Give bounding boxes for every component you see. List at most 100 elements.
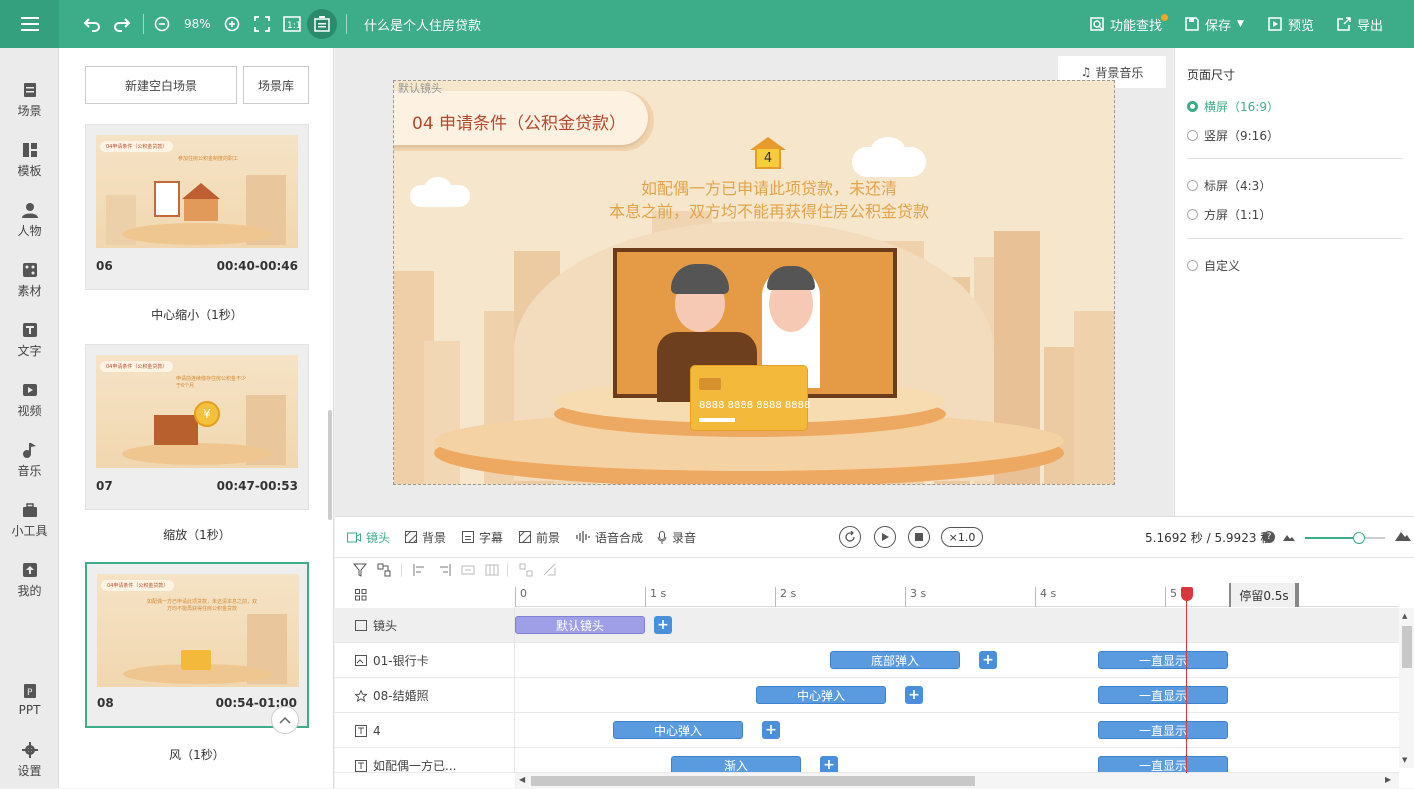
slide-body-text[interactable]: 如配偶一方已申请此项贷款，未还清 本息之前，双方均不能再获得住房公积金贷款: [514, 177, 1024, 223]
preview-button[interactable]: 预览: [1268, 0, 1314, 48]
collapse-button[interactable]: [271, 706, 299, 734]
track-row[interactable]: 01-银行卡 底部弹入 + 一直显示: [335, 643, 1399, 678]
undo-button[interactable]: [80, 0, 104, 48]
hold-duration[interactable]: 停留0.5s: [1229, 583, 1297, 607]
document-title[interactable]: 什么是个人住房贷款: [364, 0, 481, 48]
camera-icon: [347, 532, 361, 542]
zoom-in-button[interactable]: [220, 0, 244, 48]
zoom-out-mountain-icon[interactable]: [1283, 532, 1295, 542]
svg-text:P: P: [27, 688, 33, 698]
speed-button[interactable]: ×1.0: [941, 527, 983, 547]
radio-standard[interactable]: 标屏（4:3）: [1187, 177, 1271, 194]
nav-material[interactable]: 素材: [0, 252, 59, 308]
vertical-scrollbar[interactable]: ▲ ▼: [1399, 608, 1414, 768]
add-clip-button[interactable]: +: [979, 651, 997, 669]
timeline-clip[interactable]: 中心弹入: [613, 721, 743, 739]
export-button[interactable]: 导出: [1337, 0, 1383, 48]
playhead[interactable]: [1180, 587, 1193, 777]
radio-custom[interactable]: 自定义: [1187, 257, 1240, 274]
transition-label[interactable]: 中心缩小（1秒）: [85, 306, 309, 323]
timeline: 镜头 背景 字幕 前景 语音合成 录音 ×1.0 5.1692 秒 / 5.99…: [335, 516, 1414, 789]
scene-number: 08: [97, 696, 114, 710]
nav-person[interactable]: 人物: [0, 192, 59, 248]
filter-icon[interactable]: [353, 563, 367, 577]
transition-label[interactable]: 缩放（1秒）: [85, 526, 309, 543]
radio-portrait[interactable]: 竖屏（9:16）: [1187, 127, 1279, 144]
horizontal-scrollbar[interactable]: ◀ ▶: [515, 773, 1399, 789]
zoom-slider-handle[interactable]: [1353, 532, 1365, 544]
menu-button[interactable]: [0, 0, 59, 48]
timeline-clip[interactable]: 底部弹入: [830, 651, 960, 669]
timeline-clip[interactable]: 中心弹入: [756, 686, 886, 704]
nav-ppt[interactable]: P PPT: [0, 672, 59, 728]
time-ruler[interactable]: 0 1 s 2 s 3 s 4 s 5 停留0.5s: [515, 583, 1399, 607]
timeline-clip[interactable]: 默认镜头: [515, 616, 645, 634]
timeline-clip[interactable]: 一直显示: [1098, 686, 1228, 704]
zoom-out-button[interactable]: [150, 0, 174, 48]
video-icon: [22, 383, 37, 396]
timeline-clip[interactable]: 一直显示: [1098, 651, 1228, 669]
tab-tts[interactable]: 语音合成: [576, 517, 643, 557]
save-button[interactable]: 保存 ▼: [1185, 0, 1244, 48]
slide-title[interactable]: 04 申请条件（公积金贷款）: [412, 109, 626, 134]
transition-label[interactable]: 风（1秒）: [85, 746, 309, 763]
align-icon[interactable]: [377, 563, 391, 577]
timeline-clip[interactable]: 渐入: [671, 756, 801, 772]
arrange-icon[interactable]: [543, 563, 557, 577]
number-badge[interactable]: 4: [750, 137, 786, 169]
tab-camera[interactable]: 镜头: [347, 517, 390, 557]
actual-size-button[interactable]: 1:1: [280, 0, 304, 48]
add-clip-button[interactable]: +: [820, 756, 838, 772]
ungroup-icon[interactable]: [519, 563, 533, 577]
nav-video[interactable]: 视频: [0, 372, 59, 428]
timeline-clip[interactable]: 一直显示: [1098, 721, 1228, 739]
redo-button[interactable]: [110, 0, 134, 48]
scene-card-selected[interactable]: 04申请条件（公积金贷款） 如配偶一方已申请此项贷款，未还清本息之前，双方均不能…: [85, 562, 309, 734]
group-icon[interactable]: [485, 563, 499, 577]
slide-canvas[interactable]: 默认镜头 04 申请条件（公积金贷款） 4 如配偶一方已申请此项贷款，未还清 本…: [393, 80, 1115, 485]
scene-card[interactable]: 04申请条件（公积金贷款） 参加住房公积金制度的职工 06 00:40-00:4…: [85, 124, 309, 290]
track-row[interactable]: 镜头 默认镜头 +: [335, 608, 1399, 643]
align-right-icon[interactable]: [437, 563, 451, 577]
distribute-icon[interactable]: [461, 563, 475, 577]
nav-music[interactable]: 音乐: [0, 432, 59, 488]
play-button[interactable]: [874, 526, 896, 548]
timeline-clip[interactable]: 一直显示: [1098, 756, 1228, 772]
add-clip-button[interactable]: +: [654, 616, 672, 634]
replay-button[interactable]: [839, 526, 861, 548]
zoom-slider[interactable]: [1305, 532, 1385, 544]
nav-scene[interactable]: 场景: [0, 72, 59, 128]
track-row[interactable]: 如配偶一方已... 渐入 + 一直显示: [335, 748, 1399, 773]
panel-scrollbar[interactable]: [328, 410, 332, 520]
scene-card[interactable]: 04申请条件（公积金贷款） 申请前连续缴存住房公积金不少于6个月 ¥ 07 00…: [85, 344, 309, 510]
add-clip-button[interactable]: +: [762, 721, 780, 739]
end-handle[interactable]: [1295, 583, 1299, 607]
radio-landscape[interactable]: 横屏（16:9）: [1187, 98, 1279, 115]
find-feature-button[interactable]: 功能查找: [1090, 0, 1162, 48]
track-row[interactable]: 08-结婚照 中心弹入 + 一直显示: [335, 678, 1399, 713]
nav-mine[interactable]: 我的: [0, 552, 59, 608]
caret-down-icon: ▼: [1237, 19, 1244, 29]
tab-record[interactable]: 录音: [657, 517, 696, 557]
new-blank-scene-button[interactable]: 新建空白场景: [85, 66, 237, 104]
nav-text[interactable]: 文字: [0, 312, 59, 368]
scene-library-button[interactable]: 场景库: [243, 66, 309, 104]
stop-button[interactable]: [908, 526, 930, 548]
layers-icon[interactable]: [355, 589, 367, 601]
tab-subtitle[interactable]: 字幕: [462, 517, 503, 557]
add-clip-button[interactable]: +: [905, 686, 923, 704]
nav-toolbox[interactable]: 小工具: [0, 492, 59, 548]
tab-background[interactable]: 背景: [405, 517, 446, 557]
nav-template[interactable]: 模板: [0, 132, 59, 188]
radio-square[interactable]: 方屏（1:1）: [1187, 206, 1271, 223]
bank-card[interactable]: 8888 8888 8888 8888: [690, 365, 810, 431]
track-row[interactable]: 4 中心弹入 + 一直显示: [335, 713, 1399, 748]
zoom-in-mountain-icon[interactable]: [1395, 530, 1411, 542]
tab-foreground[interactable]: 前景: [519, 517, 560, 557]
music-icon: [22, 442, 36, 458]
fullscreen-button[interactable]: [250, 0, 274, 48]
subtitle-toggle-button[interactable]: [307, 9, 337, 39]
align-left-icon[interactable]: [413, 563, 427, 577]
nav-settings[interactable]: 设置: [0, 732, 59, 788]
help-icon[interactable]: ?: [1263, 531, 1275, 543]
